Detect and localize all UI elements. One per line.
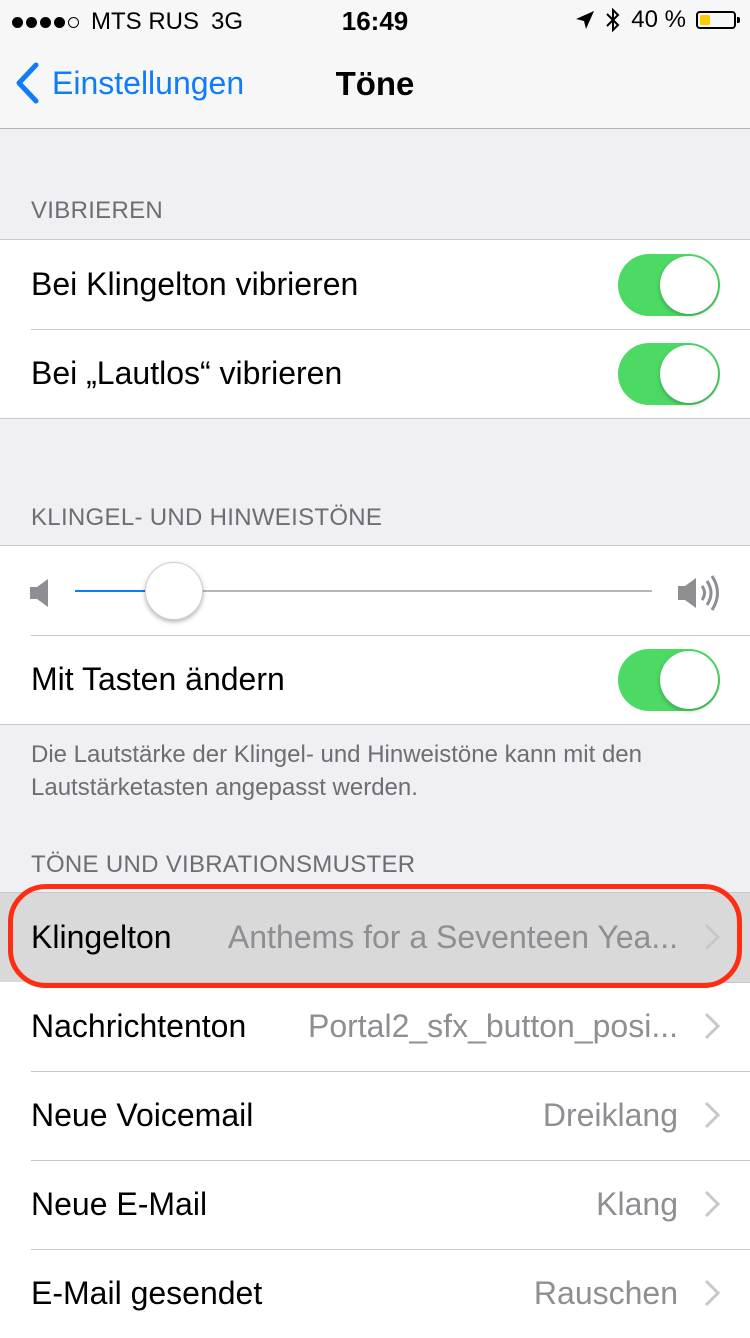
ringtone-value: Anthems for a Seventeen Yea...	[227, 919, 678, 955]
text-tone-row[interactable]: Nachrichtenton Portal2_sfx_button_posi..…	[0, 982, 750, 1071]
volume-slider[interactable]	[75, 562, 652, 620]
sent-email-value: Rauschen	[533, 1275, 678, 1311]
toggle-knob	[660, 256, 718, 314]
text-tone-value: Portal2_sfx_button_posi...	[307, 1008, 678, 1044]
section-header-tones: TÖNE UND VIBRATIONSMUSTER	[31, 851, 416, 878]
ringtone-row[interactable]: Klingelton Anthems for a Seventeen Yea..…	[0, 893, 750, 982]
toggle-knob	[660, 651, 718, 709]
page-title: Töne	[335, 65, 415, 102]
vibrate-on-silent-label: Bei „Lautlos“ vibrieren	[31, 355, 343, 391]
battery-icon	[696, 11, 740, 29]
chevron-right-icon	[704, 1012, 720, 1040]
volume-low-icon	[30, 579, 48, 607]
status-bar: MTS RUS 3G 16:49 40 %	[0, 0, 750, 40]
volume-high-icon	[678, 575, 719, 611]
vibrate-on-ring-label: Bei Klingelton vibrieren	[31, 266, 359, 302]
change-with-buttons-row: Mit Tasten ändern	[0, 635, 750, 724]
volume-slider-row	[0, 546, 750, 635]
volume-slider-thumb[interactable]	[145, 562, 204, 620]
text-tone-label: Nachrichtenton	[31, 1008, 247, 1044]
tones-group: Klingelton Anthems for a Seventeen Yea..…	[0, 892, 750, 1338]
new-email-label: Neue E-Mail	[31, 1186, 208, 1222]
battery-percent: 40 %	[631, 6, 686, 33]
new-voicemail-row[interactable]: Neue Voicemail Dreiklang	[0, 1071, 750, 1160]
status-right: 40 %	[575, 6, 740, 34]
vibration-group: Bei Klingelton vibrieren Bei „Lautlos“ v…	[0, 239, 750, 419]
ringtone-label: Klingelton	[31, 919, 172, 955]
sent-email-row[interactable]: E-Mail gesendet Rauschen	[0, 1249, 750, 1338]
new-voicemail-value: Dreiklang	[542, 1097, 678, 1133]
vibrate-on-silent-toggle[interactable]	[618, 343, 720, 405]
bluetooth-icon	[606, 8, 620, 32]
battery-fill	[700, 15, 711, 25]
section-header-ringer: KLINGEL- UND HINWEISTÖNE	[31, 504, 383, 531]
new-voicemail-label: Neue Voicemail	[31, 1097, 254, 1133]
chevron-right-icon	[704, 1101, 720, 1129]
new-email-row[interactable]: Neue E-Mail Klang	[0, 1160, 750, 1249]
navigation-bar: Einstellungen Töne	[0, 40, 750, 129]
chevron-right-icon	[704, 923, 720, 951]
vibrate-on-ring-row: Bei Klingelton vibrieren	[0, 240, 750, 329]
chevron-right-icon	[704, 1190, 720, 1218]
sent-email-label: E-Mail gesendet	[31, 1275, 263, 1311]
new-email-value: Klang	[596, 1186, 678, 1222]
change-with-buttons-toggle[interactable]	[618, 649, 720, 711]
section-header-vibration: VIBRIEREN	[31, 197, 164, 224]
toggle-knob	[660, 345, 718, 403]
change-with-buttons-label: Mit Tasten ändern	[31, 661, 285, 697]
vibrate-on-ring-toggle[interactable]	[618, 254, 720, 316]
ringer-group: Mit Tasten ändern	[0, 545, 750, 725]
ringer-footer-note: Die Lautstärke der Klingel- und Hinweist…	[31, 741, 643, 801]
chevron-right-icon	[704, 1279, 720, 1307]
vibrate-on-silent-row: Bei „Lautlos“ vibrieren	[0, 329, 750, 418]
location-arrow-icon	[576, 11, 595, 29]
